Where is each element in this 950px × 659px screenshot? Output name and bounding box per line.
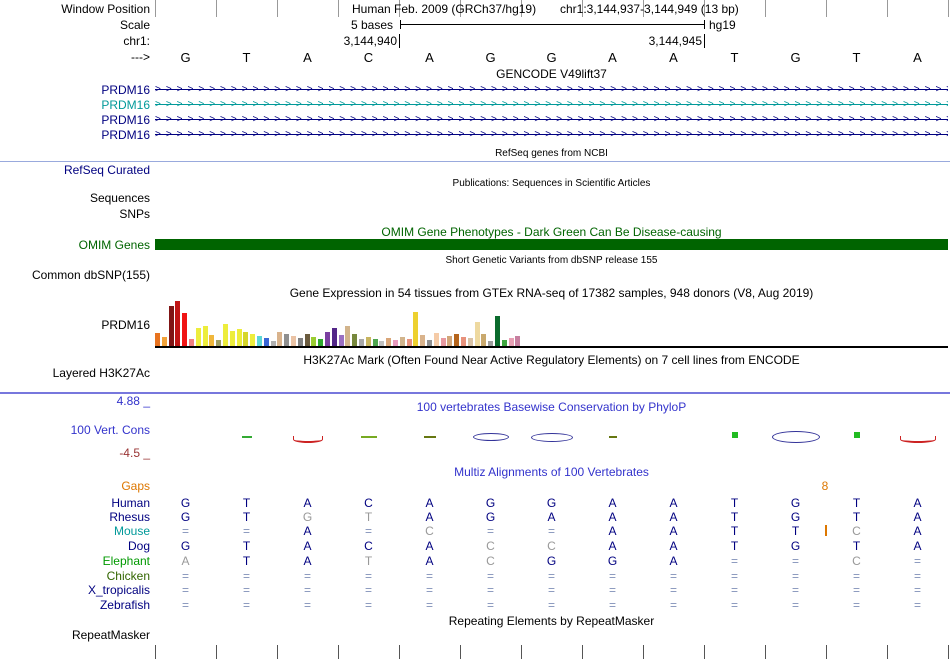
genome-browser-image[interactable]: Window Position Human Feb. 2009 (GRCh37/… — [0, 0, 950, 659]
ruler-tick — [582, 645, 583, 659]
ruler-tick — [826, 645, 827, 659]
ruler-tick — [948, 645, 949, 659]
ruler-tick — [765, 645, 766, 659]
ruler-tick — [338, 645, 339, 659]
ruler-tick — [277, 645, 278, 659]
ruler-tick — [887, 645, 888, 659]
ruler-tick — [399, 645, 400, 659]
ruler-tick — [704, 645, 705, 659]
ruler-tick — [521, 645, 522, 659]
ruler-tick — [460, 645, 461, 659]
ruler-tick — [643, 645, 644, 659]
bottom-ruler-ticks — [0, 0, 950, 659]
ruler-tick — [216, 645, 217, 659]
ruler-tick — [155, 645, 156, 659]
